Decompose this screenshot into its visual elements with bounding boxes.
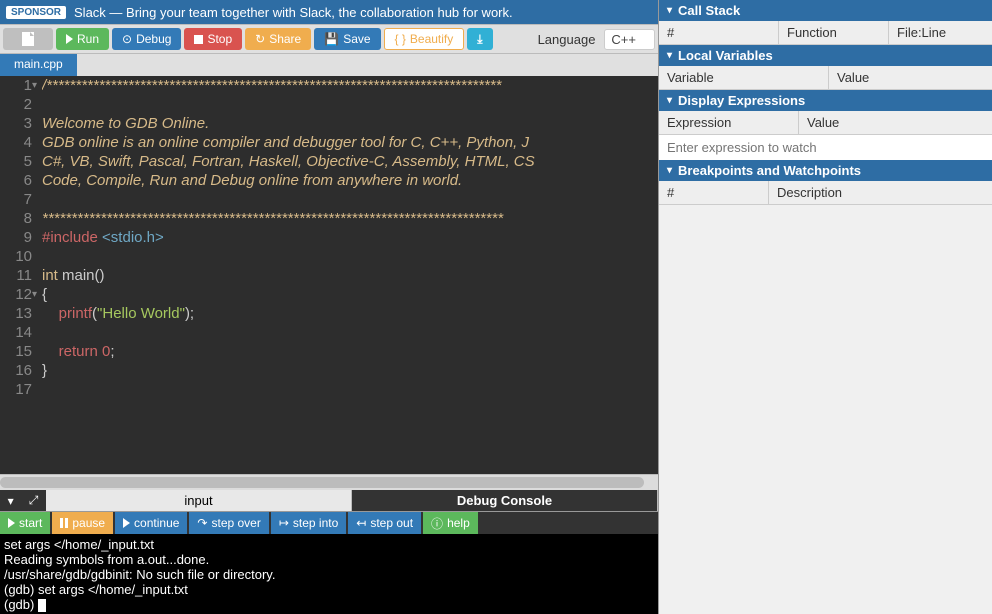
main-toolbar: Run ⊙Debug Stop ↻Share 💾Save { }Beautify… <box>0 24 658 54</box>
expand-icon[interactable]: ⤢ <box>29 493 39 508</box>
expression-input[interactable] <box>659 135 992 160</box>
stop-button[interactable]: Stop <box>184 28 242 50</box>
step-into-icon: ↦ <box>279 516 289 530</box>
debug-toolbar: start pause continue ↷step over ↦step in… <box>0 512 658 534</box>
local-variables-columns: Variable Value <box>659 66 992 90</box>
debug-console-tab[interactable]: Debug Console <box>352 490 658 511</box>
file-tabs: main.cpp <box>0 54 658 76</box>
display-expressions-panel: ▾Display Expressions Expression Value <box>659 90 992 160</box>
local-variables-header[interactable]: ▾Local Variables <box>659 45 992 66</box>
call-stack-columns: # Function File:Line <box>659 21 992 45</box>
clock-icon: ⊙ <box>122 32 132 46</box>
collapse-icon[interactable]: ▾ <box>8 494 14 508</box>
console-controls[interactable]: ▾⤢ <box>0 490 46 511</box>
new-file-button[interactable] <box>3 28 53 50</box>
stop-icon <box>194 35 203 44</box>
share-icon: ↻ <box>255 32 265 46</box>
debug-start-button[interactable]: start <box>0 512 50 534</box>
debug-pause-button[interactable]: pause <box>52 512 113 534</box>
debug-step-over-button[interactable]: ↷step over <box>189 512 268 534</box>
breakpoints-header[interactable]: ▾Breakpoints and Watchpoints <box>659 160 992 181</box>
beautify-button[interactable]: { }Beautify <box>384 28 465 50</box>
share-button[interactable]: ↻Share <box>245 28 311 50</box>
debug-continue-button[interactable]: continue <box>115 512 187 534</box>
pause-icon <box>60 518 68 528</box>
display-expressions-columns: Expression Value <box>659 111 992 135</box>
debug-step-into-button[interactable]: ↦step into <box>271 512 346 534</box>
language-label: Language <box>538 32 596 47</box>
chevron-down-icon: ▾ <box>667 50 672 61</box>
play-icon <box>123 518 130 528</box>
editor-horizontal-scrollbar[interactable] <box>0 474 658 490</box>
language-select[interactable]: C++ <box>604 29 655 50</box>
editor-gutter: 1234567891011121314151617 <box>0 76 42 474</box>
sponsor-text: Slack — Bring your team together with Sl… <box>74 5 513 20</box>
display-expressions-header[interactable]: ▾Display Expressions <box>659 90 992 111</box>
code-editor[interactable]: 1234567891011121314151617 /*************… <box>0 76 658 474</box>
step-out-icon: ↤ <box>356 516 366 530</box>
braces-icon: { } <box>395 32 406 46</box>
play-icon <box>8 518 15 528</box>
help-icon: ⓘ <box>431 515 443 532</box>
save-button[interactable]: 💾Save <box>314 28 380 50</box>
chevron-down-icon: ▾ <box>667 5 672 16</box>
sponsor-tag: SPONSOR <box>6 6 66 19</box>
chevron-down-icon: ▾ <box>667 165 672 176</box>
download-button[interactable]: ⤓ <box>467 28 492 50</box>
run-button[interactable]: Run <box>56 28 109 50</box>
sponsor-bar[interactable]: SPONSOR Slack — Bring your team together… <box>0 0 658 24</box>
save-icon: 💾 <box>324 32 339 46</box>
editor-content[interactable]: /***************************************… <box>42 76 658 474</box>
debug-step-out-button[interactable]: ↤step out <box>348 512 421 534</box>
input-tab[interactable]: input <box>46 490 352 511</box>
file-tab-main[interactable]: main.cpp <box>0 54 77 76</box>
io-tabs: ▾⤢ input Debug Console <box>0 490 658 512</box>
call-stack-panel: ▾Call Stack # Function File:Line <box>659 0 992 45</box>
call-stack-header[interactable]: ▾Call Stack <box>659 0 992 21</box>
breakpoints-panel: ▾Breakpoints and Watchpoints # Descripti… <box>659 160 992 205</box>
debug-button[interactable]: ⊙Debug <box>112 28 181 50</box>
play-icon <box>66 34 73 44</box>
chevron-down-icon: ▾ <box>667 95 672 106</box>
debug-panels: ▾Call Stack # Function File:Line ▾Local … <box>658 0 992 614</box>
download-icon: ⤓ <box>477 32 482 47</box>
step-over-icon: ↷ <box>197 516 207 530</box>
debug-console[interactable]: set args </home/_input.txtReading symbol… <box>0 534 658 614</box>
debug-help-button[interactable]: ⓘhelp <box>423 512 478 534</box>
document-icon <box>22 32 34 46</box>
breakpoints-columns: # Description <box>659 181 992 205</box>
local-variables-panel: ▾Local Variables Variable Value <box>659 45 992 90</box>
